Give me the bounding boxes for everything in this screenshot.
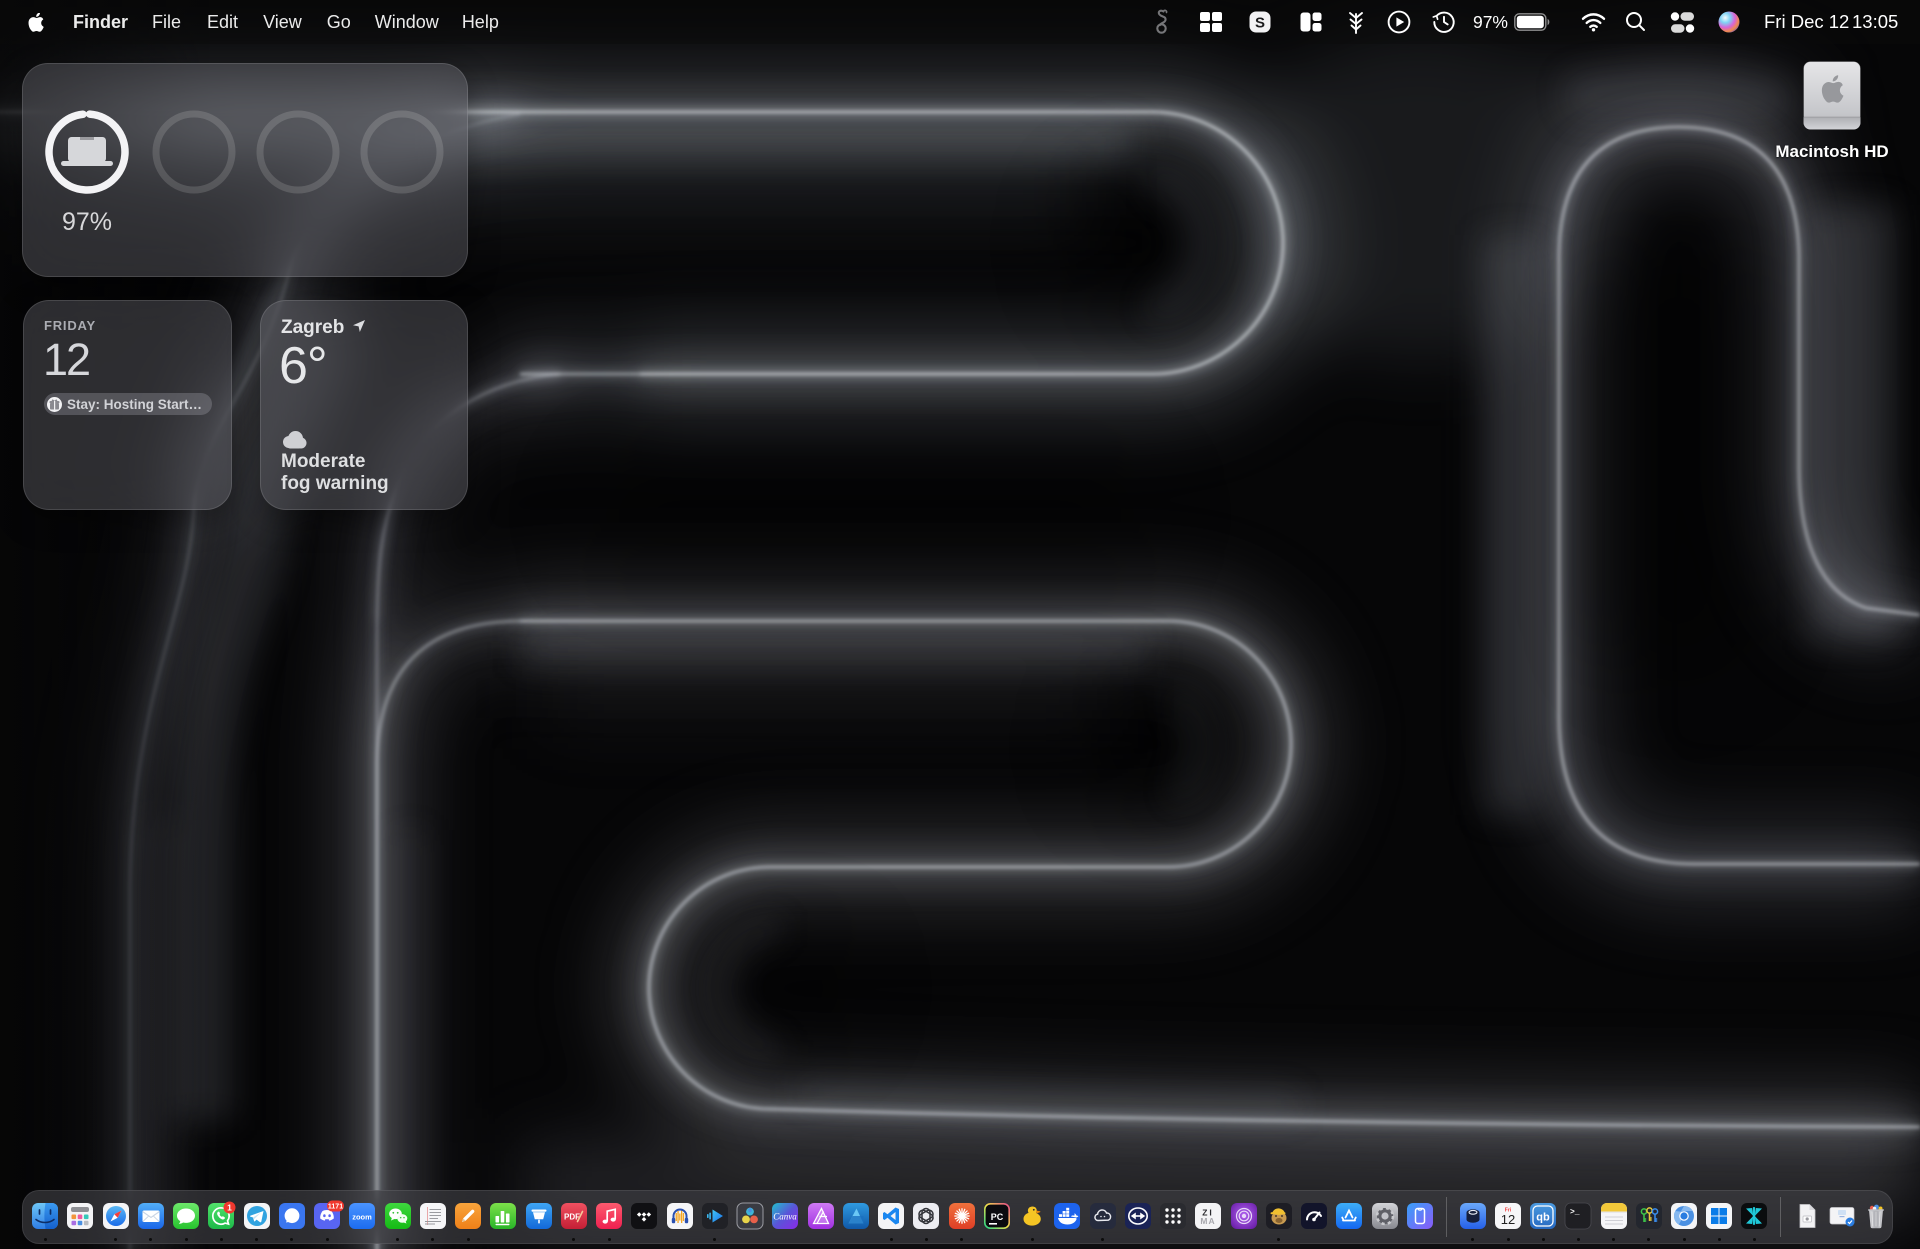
svg-text:qb: qb bbox=[1536, 1212, 1550, 1224]
svg-text:1171: 1171 bbox=[328, 1204, 343, 1211]
svg-text:1: 1 bbox=[227, 1202, 232, 1212]
svg-text:97%: 97% bbox=[62, 208, 112, 236]
svg-text:Canva: Canva bbox=[773, 1212, 797, 1222]
svg-text:S: S bbox=[1255, 15, 1265, 32]
svg-text:12: 12 bbox=[1501, 1212, 1515, 1227]
svg-text:MA: MA bbox=[1201, 1216, 1216, 1226]
svg-text:PC: PC bbox=[991, 1212, 1004, 1222]
svg-text:zoom: zoom bbox=[352, 1213, 372, 1222]
svg-text:>_: >_ bbox=[1570, 1208, 1580, 1217]
